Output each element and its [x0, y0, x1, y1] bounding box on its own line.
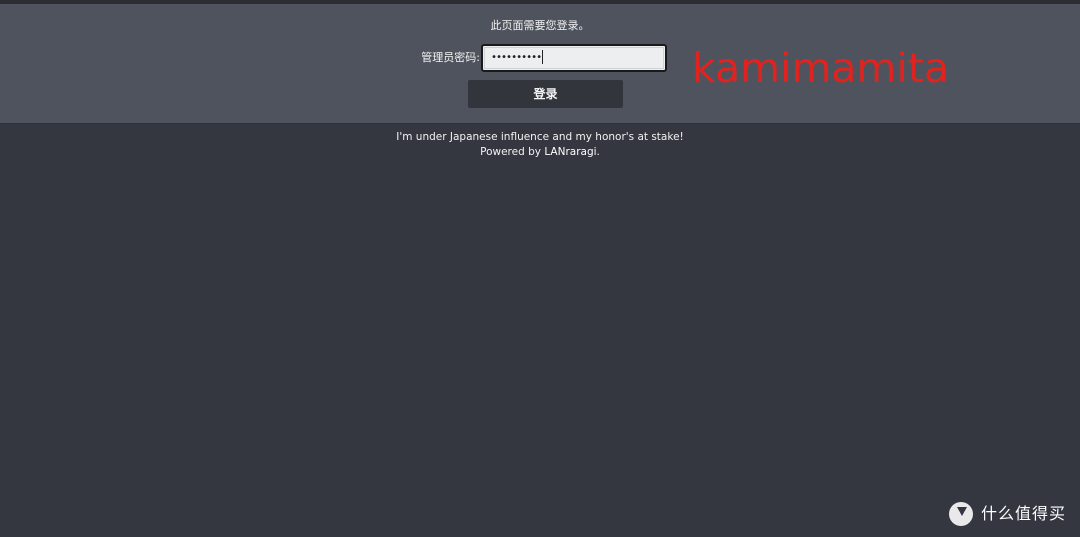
masked-password: •••••••••• [491, 52, 542, 63]
username-watermark: kamimamita [692, 44, 950, 92]
text-cursor [542, 50, 544, 64]
smzdm-logo-icon [949, 502, 973, 526]
login-panel: 此页面需要您登录。 管理员密码: •••••••••• 登录 kamimamit… [0, 4, 1080, 124]
password-input[interactable]: •••••••••• [481, 44, 667, 72]
password-value: •••••••••• [491, 50, 544, 66]
footer-tagline: I'm under Japanese influence and my hono… [396, 131, 684, 143]
login-required-message: 此页面需要您登录。 [490, 19, 590, 32]
password-label: 管理员密码: [421, 51, 480, 64]
watermark-text: 什么值得买 [981, 504, 1067, 523]
login-button[interactable]: 登录 [468, 80, 623, 108]
powered-by-suffix: . [596, 146, 600, 158]
lanraragi-link[interactable]: LANraragi [544, 146, 596, 158]
powered-by-prefix: Powered by [480, 146, 545, 158]
footer-powered-by: Powered by LANraragi. [0, 145, 1080, 160]
